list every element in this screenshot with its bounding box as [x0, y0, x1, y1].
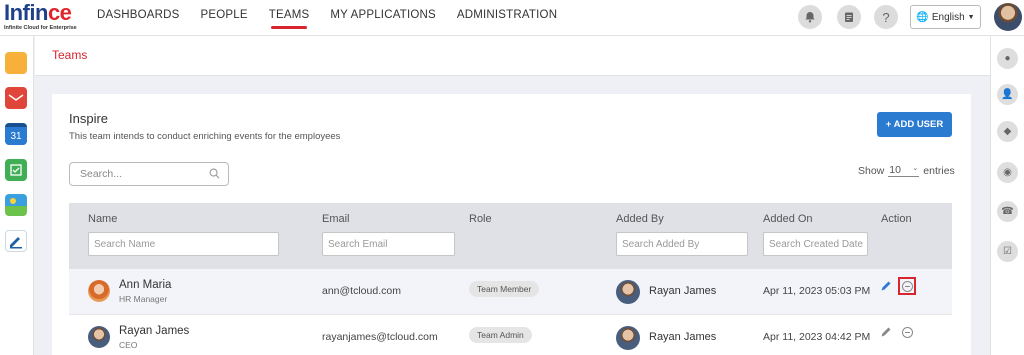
nav-teams[interactable]: TEAMS: [269, 0, 310, 36]
remove-member-button[interactable]: [898, 323, 916, 341]
globe-icon: 🌐: [916, 11, 929, 23]
table-row: Ann Maria HR Manager ann@tcloud.com Team…: [69, 269, 952, 315]
folder-app-icon[interactable]: [5, 52, 27, 74]
user-avatar: [88, 280, 110, 302]
calendar-app-icon[interactable]: 31: [5, 123, 27, 145]
group-icon[interactable]: ◉: [997, 162, 1018, 183]
member-email: rayanjames@tcloud.com: [322, 331, 438, 343]
notes-app-icon[interactable]: [5, 159, 27, 181]
infince-logo[interactable]: Infince Infinite Cloud for Enterprise: [4, 0, 77, 34]
calendar-day: 31: [10, 130, 22, 142]
top-navbar: Infince Infinite Cloud for Enterprise DA…: [0, 0, 1024, 36]
add-user-button[interactable]: + ADD USER: [877, 112, 952, 137]
member-title: HR Manager: [119, 294, 168, 304]
clipboard-icon[interactable]: [837, 5, 861, 29]
nav-people[interactable]: PEOPLE: [201, 0, 248, 36]
logo-accent: ce: [47, 0, 72, 25]
filter-name-input[interactable]: [88, 232, 279, 256]
filter-added-on-input[interactable]: [763, 232, 868, 256]
added-on-date: Apr 11, 2023 04:42 PM: [763, 331, 871, 343]
user-avatar: [88, 326, 110, 348]
minus-circle-icon: [901, 326, 913, 338]
edit-app-icon[interactable]: [5, 230, 27, 252]
entries-select[interactable]: 10 ⌄: [888, 164, 920, 177]
team-card: Inspire This team intends to conduct enr…: [52, 94, 971, 355]
nav-administration[interactable]: ADMINISTRATION: [457, 0, 557, 36]
search-field[interactable]: [69, 162, 229, 186]
added-by-name: Rayan James: [649, 331, 717, 343]
mail-app-icon[interactable]: [5, 87, 27, 109]
col-added-on[interactable]: Added On: [763, 213, 813, 225]
nav-dashboards[interactable]: DASHBOARDS: [97, 0, 180, 36]
breadcrumb: Teams: [35, 36, 990, 76]
adder-avatar: [616, 326, 640, 350]
user-avatar[interactable]: [994, 3, 1022, 31]
photos-app-icon[interactable]: [5, 194, 27, 216]
role-badge: Team Member: [469, 281, 540, 297]
language-label: English: [931, 11, 965, 23]
contacts-icon[interactable]: ◆: [997, 121, 1018, 142]
chat-icon[interactable]: ●: [997, 48, 1018, 69]
tasks-icon[interactable]: ☑: [997, 241, 1018, 262]
team-description: This team intends to conduct enriching e…: [69, 131, 341, 142]
added-on-date: Apr 11, 2023 05:03 PM: [763, 285, 871, 297]
language-selector[interactable]: 🌐 English ▼: [910, 5, 981, 29]
role-badge: Team Admin: [469, 327, 532, 343]
bell-icon[interactable]: [798, 5, 822, 29]
nav-my-applications[interactable]: MY APPLICATIONS: [330, 0, 435, 36]
caret-down-icon: ▼: [967, 13, 975, 21]
member-title: CEO: [119, 340, 138, 350]
minus-circle-icon: [901, 280, 913, 292]
col-name[interactable]: Name: [88, 213, 117, 225]
remove-member-button[interactable]: [898, 277, 916, 295]
entries-value: 10: [889, 164, 901, 176]
search-icon: [209, 168, 220, 179]
pencil-icon[interactable]: [880, 280, 892, 292]
filter-added-by-input[interactable]: [616, 232, 748, 256]
member-email: ann@tcloud.com: [322, 285, 401, 297]
help-icon[interactable]: ?: [874, 5, 898, 29]
member-name: Ann Maria: [119, 279, 172, 291]
person-icon[interactable]: 👤: [997, 84, 1018, 105]
team-name: Inspire: [69, 111, 109, 126]
logo-tagline: Infinite Cloud for Enterprise: [4, 25, 77, 31]
app-sidebar: 31: [0, 36, 34, 355]
breadcrumb-teams[interactable]: Teams: [52, 48, 87, 62]
adder-avatar: [616, 280, 640, 304]
pencil-icon[interactable]: [880, 326, 892, 338]
filter-email-input[interactable]: [322, 232, 455, 256]
table-header: Name Email Role Added By Added On Action: [69, 203, 952, 269]
col-action: Action: [881, 213, 912, 225]
main-nav: DASHBOARDS PEOPLE TEAMS MY APPLICATIONS …: [97, 0, 578, 36]
table-row: Rayan James CEO rayanjames@tcloud.com Te…: [69, 315, 952, 355]
right-sidebar: ● 👤 ◆ ◉ ☎ ☑: [990, 36, 1024, 355]
show-label: Show: [858, 164, 885, 177]
chevron-down-icon: ⌄: [912, 165, 919, 172]
search-input[interactable]: [80, 163, 200, 185]
member-name: Rayan James: [119, 325, 190, 337]
phone-icon[interactable]: ☎: [997, 201, 1018, 222]
added-by-name: Rayan James: [649, 285, 717, 297]
logo-text: Infin: [4, 0, 48, 25]
entries-control: Show 10 ⌄ entries: [858, 164, 955, 177]
col-email[interactable]: Email: [322, 213, 350, 225]
col-role[interactable]: Role: [469, 213, 492, 225]
col-added-by[interactable]: Added By: [616, 213, 664, 225]
entries-label: entries: [923, 164, 955, 177]
